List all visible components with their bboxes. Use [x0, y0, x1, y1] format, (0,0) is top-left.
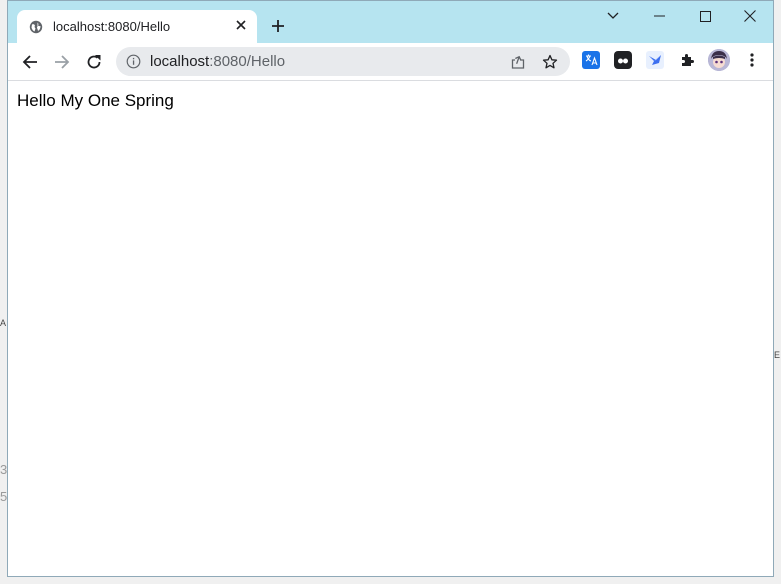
close-window-button[interactable] — [735, 6, 765, 26]
url-host: localhost — [150, 53, 210, 70]
maximize-button[interactable] — [690, 6, 720, 26]
background-text: A — [0, 318, 7, 328]
share-icon[interactable] — [510, 54, 526, 70]
browser-window: localhost:8080/Hello localhost:8080/Hell… — [7, 0, 774, 577]
page-body-text: Hello My One Spring — [17, 91, 174, 110]
more-menu-icon[interactable] — [743, 51, 761, 69]
chevron-down-icon[interactable] — [598, 6, 628, 26]
new-tab-button[interactable] — [267, 15, 289, 37]
page-content: Hello My One Spring — [8, 81, 773, 576]
background-text: E — [774, 350, 781, 360]
url-text[interactable]: localhost:8080/Hello — [150, 53, 285, 70]
reload-button[interactable] — [80, 48, 108, 76]
tampermonkey-extension-icon[interactable] — [614, 51, 632, 69]
browser-tab[interactable]: localhost:8080/Hello — [17, 10, 257, 43]
puzzle-extensions-icon[interactable] — [678, 51, 696, 69]
translate-extension-icon[interactable] — [582, 51, 600, 69]
globe-icon — [29, 20, 43, 34]
forward-button[interactable] — [48, 48, 76, 76]
back-button[interactable] — [16, 48, 44, 76]
minimize-button[interactable] — [644, 6, 674, 26]
browser-toolbar: localhost:8080/Hello — [8, 43, 773, 81]
profile-avatar[interactable] — [708, 49, 730, 71]
bird-extension-icon[interactable] — [646, 51, 664, 69]
title-bar: localhost:8080/Hello — [8, 1, 773, 43]
url-path: :8080/Hello — [209, 53, 286, 70]
tab-title: localhost:8080/Hello — [53, 19, 171, 34]
site-info-icon[interactable] — [126, 54, 141, 69]
address-bar[interactable]: localhost:8080/Hello — [116, 47, 570, 76]
bookmark-star-icon[interactable] — [542, 54, 558, 70]
close-tab-icon[interactable] — [232, 16, 250, 34]
